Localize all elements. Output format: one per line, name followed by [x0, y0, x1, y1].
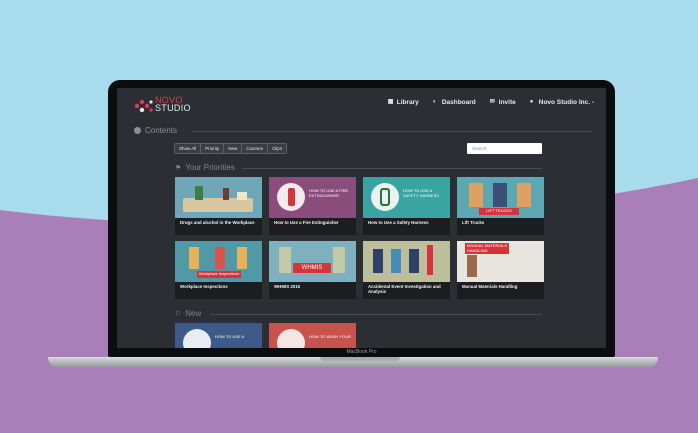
card-thumbnail: [363, 241, 450, 282]
logo-dots-icon: [134, 99, 153, 113]
course-card-whmis[interactable]: WHMIS WHMIS 2015: [269, 241, 356, 299]
thumb-text: HOW TO USE A FIRE EXTINGUISHER: [309, 188, 349, 198]
filter-courses[interactable]: Courses: [242, 144, 269, 153]
contents-header: Contents: [134, 126, 177, 135]
card-title: How to Use a Safety Harness: [368, 220, 429, 225]
thumb-text: HOW TO USE A: [215, 334, 245, 339]
card-title: Accidental Event Investigation and Analy…: [368, 284, 441, 294]
card-title: Lift Trucks: [462, 220, 485, 225]
nav-dashboard[interactable]: ◐ Dashboard: [433, 99, 476, 106]
new-card-2[interactable]: HOW TO WASH YOUR: [269, 323, 356, 348]
card-thumbnail: HOW TO USE A: [175, 323, 262, 348]
card-title: How to Use a Fire Extinguisher: [274, 220, 339, 225]
course-card-drugs-alcohol[interactable]: Drugs and alcohol in the Workplace: [175, 177, 262, 235]
card-thumbnail: HOW TO WASH YOUR: [269, 323, 356, 348]
thumb-text: LIFT TRUCKS: [479, 208, 519, 215]
nav-library[interactable]: ▦ Library: [388, 99, 419, 106]
card-thumbnail: WHMIS: [269, 241, 356, 282]
new-card-1[interactable]: HOW TO USE A: [175, 323, 262, 348]
top-nav: NOVO STUDIO ▦ Library ◐ Dashboard ✉ Invite …: [117, 88, 606, 120]
course-card-manual-materials[interactable]: MANUAL MATERIALS HANDLING Manual Materia…: [457, 241, 544, 299]
filter-priority[interactable]: Priority: [201, 144, 225, 153]
priorities-title: Your Priorities: [185, 163, 235, 172]
speedometer-icon: ◐: [432, 99, 437, 105]
nav-invite[interactable]: ✉ Invite: [490, 99, 516, 106]
course-card-fire-extinguisher[interactable]: HOW TO USE A FIRE EXTINGUISHER How to Us…: [269, 177, 356, 235]
laptop-model-label: MacBook Pro: [346, 349, 377, 355]
filter-new[interactable]: New: [224, 144, 243, 153]
card-thumbnail: HOW TO USE A FIRE EXTINGUISHER: [269, 177, 356, 218]
card-thumbnail: HOW TO USE A SAFETY HARNESS: [363, 177, 450, 218]
card-thumbnail: [175, 177, 262, 218]
priorities-divider: [242, 168, 542, 169]
app-screen: NOVO STUDIO ▦ Library ◐ Dashboard ✉ Invite …: [117, 88, 606, 348]
thumb-text: MANUAL MATERIALS HANDLING: [465, 243, 509, 254]
course-card-accident-investigation[interactable]: Accidental Event Investigation and Analy…: [363, 241, 450, 299]
filter-group: Show All Priority New Courses Clips: [174, 143, 288, 154]
new-divider: [210, 314, 542, 315]
brand-logo[interactable]: NOVO STUDIO: [133, 96, 193, 116]
nav-items: ▦ Library ◐ Dashboard ✉ Invite ● Novo Studio…: [388, 99, 594, 106]
card-title: Manual Materials Handling: [462, 284, 518, 289]
card-title: Workplace Inspections: [180, 284, 228, 289]
play-circle-icon: [134, 127, 141, 134]
thumb-text: Workplace Inspections: [197, 271, 241, 278]
card-title: WHMIS 2015: [274, 284, 301, 289]
course-card-workplace-inspections[interactable]: Workplace Inspections Workplace Inspecti…: [175, 241, 262, 299]
nav-library-label: Library: [396, 99, 419, 106]
new-header: ⚐ New: [175, 309, 201, 318]
nav-dashboard-label: Dashboard: [441, 99, 476, 106]
course-card-lift-trucks[interactable]: LIFT TRUCKS Lift Trucks: [457, 177, 544, 235]
card-title: Drugs and alcohol in the Workplace: [180, 220, 255, 225]
card-thumbnail: LIFT TRUCKS: [457, 177, 544, 218]
filter-show-all[interactable]: Show All: [175, 144, 202, 153]
card-thumbnail: MANUAL MATERIALS HANDLING: [457, 241, 544, 282]
new-title: New: [185, 309, 202, 318]
contents-title: Contents: [145, 126, 178, 135]
flag-outline-icon: ⚐: [175, 310, 182, 318]
user-icon: ●: [529, 99, 534, 105]
nav-account-label: Novo Studio Inc. -: [538, 99, 594, 106]
brand-line2: STUDIO: [155, 103, 191, 113]
nav-account[interactable]: ● Novo Studio Inc. -: [530, 99, 594, 106]
search-input[interactable]: Search: [467, 143, 542, 154]
thumb-text: HOW TO USE A SAFETY HARNESS: [403, 188, 439, 198]
invite-icon: ✉: [489, 99, 495, 105]
card-thumbnail: Workplace Inspections: [175, 241, 262, 282]
thumb-text: WHMIS: [293, 263, 331, 273]
contents-divider: [192, 131, 592, 132]
nav-invite-label: Invite: [498, 99, 516, 106]
thumb-text: HOW TO WASH YOUR: [309, 334, 351, 339]
grid-icon: ▦: [387, 99, 394, 105]
course-card-safety-harness[interactable]: HOW TO USE A SAFETY HARNESS How to Use a…: [363, 177, 450, 235]
laptop-notch: [320, 357, 400, 361]
priorities-header: ⚑ Your Priorities: [175, 163, 235, 172]
filter-clips[interactable]: Clips: [268, 144, 287, 153]
flag-icon: ⚑: [175, 164, 182, 172]
